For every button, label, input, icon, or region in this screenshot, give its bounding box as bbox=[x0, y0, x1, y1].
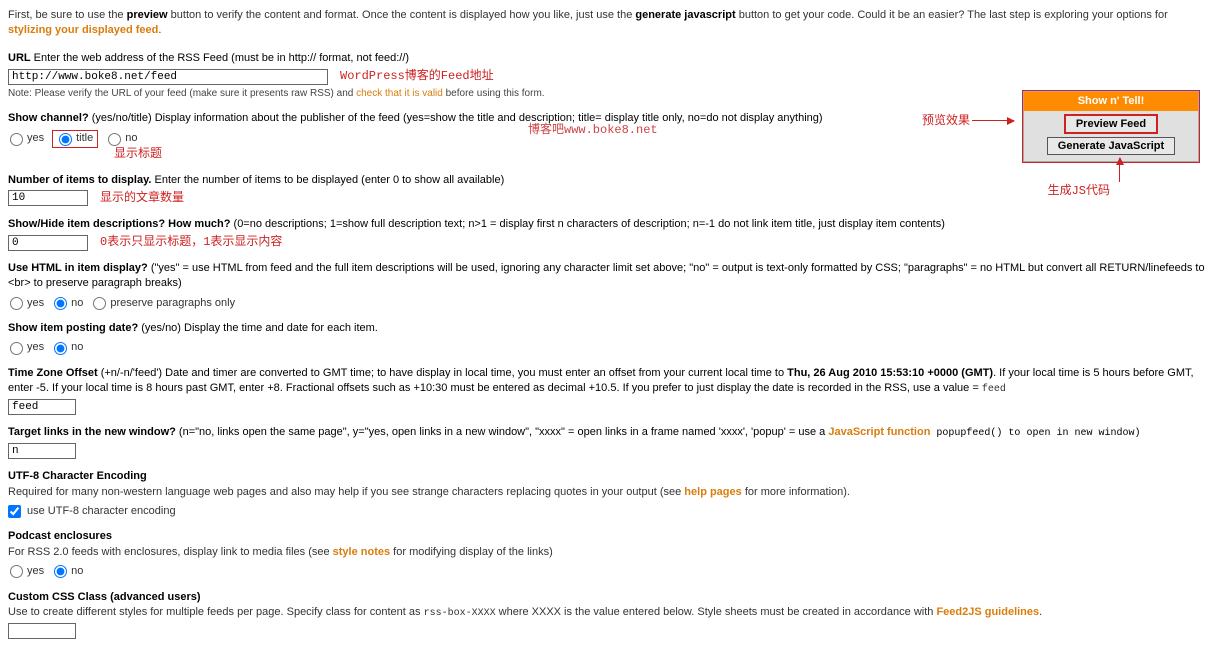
numitems-annotation: 显示的文章数量 bbox=[100, 190, 184, 207]
utf8-section: UTF-8 Character Encoding Required for ma… bbox=[8, 469, 1210, 519]
stylize-link[interactable]: stylizing your displayed feed bbox=[8, 24, 158, 36]
date-section: Show item posting date? (yes/no) Display… bbox=[8, 321, 1210, 356]
validate-link[interactable]: check that it is valid bbox=[356, 88, 443, 99]
preview-feed-button[interactable]: Preview Feed bbox=[1065, 115, 1157, 133]
generate-js-button[interactable]: Generate JavaScript bbox=[1047, 137, 1175, 155]
css-section: Custom CSS Class (advanced users) Use to… bbox=[8, 590, 1210, 639]
podcast-no[interactable]: no bbox=[52, 564, 83, 579]
channel-title[interactable]: title bbox=[52, 130, 98, 147]
arrow-up-icon bbox=[1119, 158, 1120, 182]
html-para[interactable]: preserve paragraphs only bbox=[91, 296, 235, 311]
watermark: 博客吧www.boke8.net bbox=[528, 122, 658, 139]
style-notes-link[interactable]: style notes bbox=[333, 546, 390, 558]
desc-input[interactable] bbox=[8, 235, 88, 251]
utf8-checkbox[interactable] bbox=[8, 505, 21, 518]
arrow-icon bbox=[972, 120, 1014, 121]
show-n-tell-panel: Show n' Tell! Preview Feed Generate Java… bbox=[1022, 90, 1200, 163]
feed2js-guidelines-link[interactable]: Feed2JS guidelines bbox=[936, 606, 1039, 618]
target-input[interactable] bbox=[8, 443, 76, 459]
tz-section: Time Zone Offset (+n/-n/'feed') Date and… bbox=[8, 366, 1210, 415]
url-input[interactable] bbox=[8, 69, 328, 85]
utf8-checkbox-label: use UTF-8 character encoding bbox=[27, 504, 176, 519]
tz-input[interactable] bbox=[8, 399, 76, 415]
html-section: Use HTML in item display? ("yes" = use H… bbox=[8, 261, 1210, 311]
date-no[interactable]: no bbox=[52, 340, 83, 355]
help-pages-link[interactable]: help pages bbox=[684, 486, 741, 498]
panel-header: Show n' Tell! bbox=[1024, 92, 1198, 111]
css-input[interactable] bbox=[8, 623, 76, 639]
podcast-yes[interactable]: yes bbox=[8, 564, 44, 579]
desc-annotation: 0表示只显示标题，1表示显示内容 bbox=[100, 234, 282, 251]
preview-annotation: 预览效果 bbox=[922, 113, 970, 130]
channel-yes[interactable]: yes bbox=[8, 131, 44, 146]
channel-no[interactable]: no bbox=[106, 131, 137, 146]
podcast-section: Podcast enclosures For RSS 2.0 feeds wit… bbox=[8, 529, 1210, 579]
intro-text: First, be sure to use the preview button… bbox=[8, 8, 1210, 39]
url-annotation: WordPress博客的Feed地址 bbox=[340, 68, 494, 85]
numitems-input[interactable] bbox=[8, 190, 88, 206]
html-yes[interactable]: yes bbox=[8, 296, 44, 311]
generate-annotation: 生成JS代码 bbox=[1048, 183, 1110, 200]
numitems-section: Number of items to display. Enter the nu… bbox=[8, 173, 1210, 207]
html-no[interactable]: no bbox=[52, 296, 83, 311]
target-section: Target links in the new window? (n="no, … bbox=[8, 425, 1210, 459]
desc-section: Show/Hide item descriptions? How much? (… bbox=[8, 217, 1210, 251]
js-function-link[interactable]: JavaScript function bbox=[828, 426, 930, 438]
date-yes[interactable]: yes bbox=[8, 340, 44, 355]
